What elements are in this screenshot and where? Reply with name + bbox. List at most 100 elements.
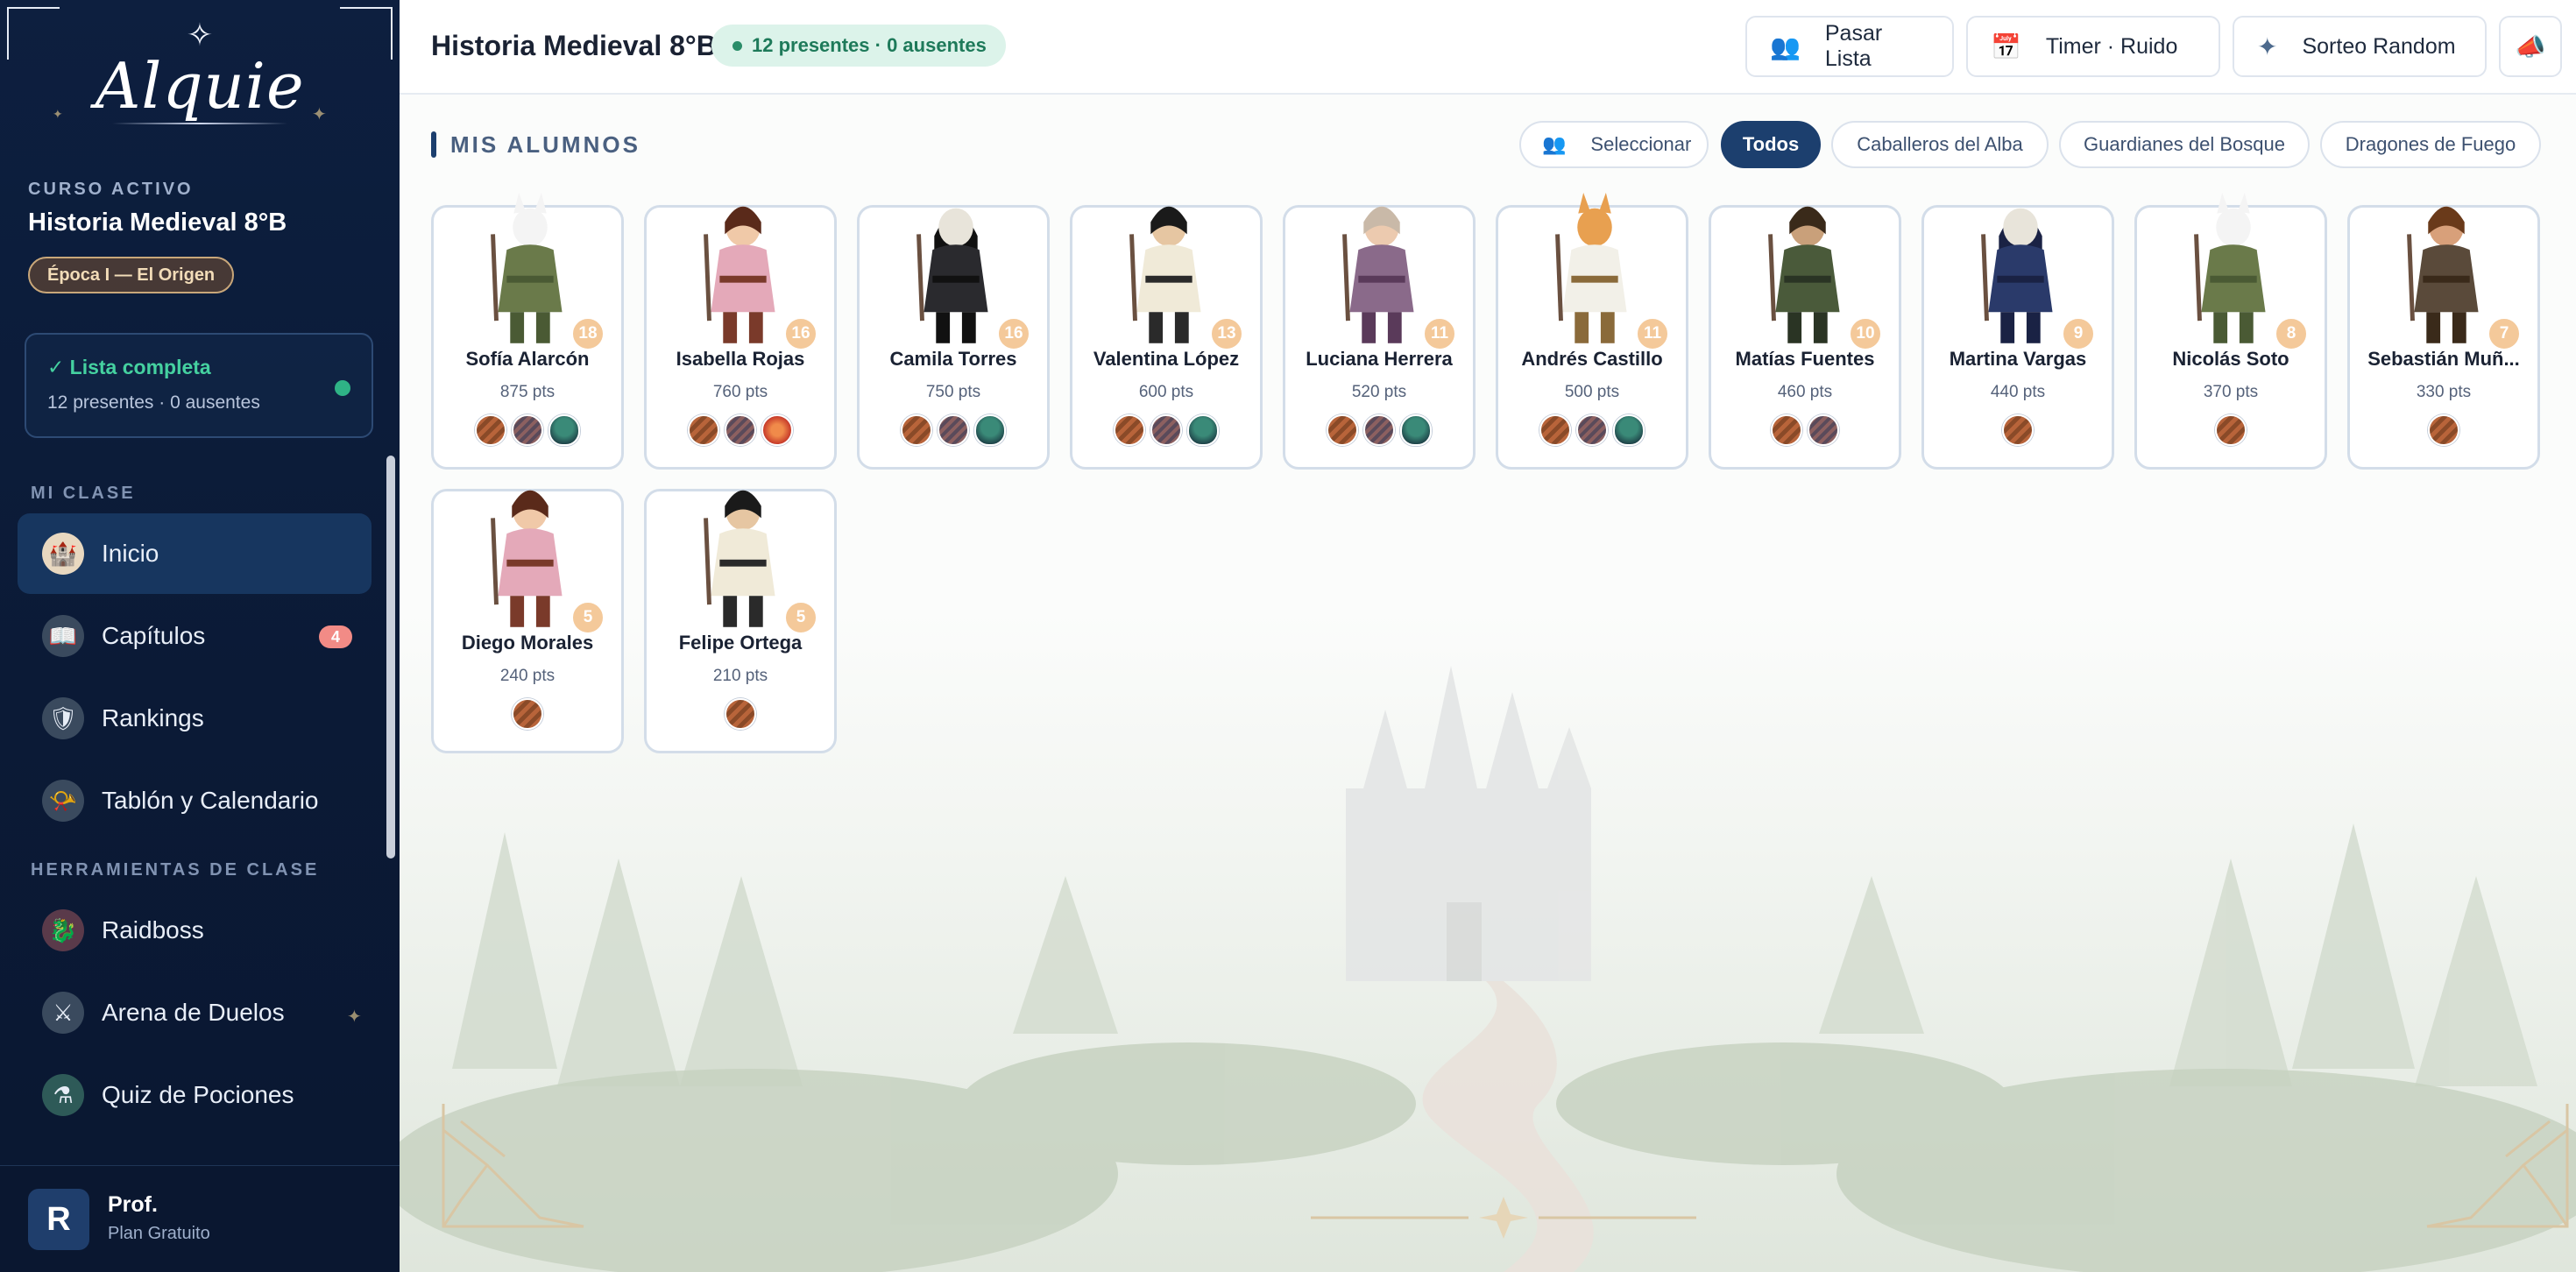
students-section-header: MIS ALUMNOS [431, 131, 640, 158]
filter-guardianes-del-bosque[interactable]: Guardianes del Bosque [2059, 121, 2310, 168]
student-name: Nicolás Soto [2172, 348, 2289, 370]
student-points: 440 pts [1990, 383, 2046, 401]
student-card[interactable]: 9 Martina Vargas 440 pts [1921, 205, 2114, 470]
wood-medal-icon [2002, 414, 2034, 446]
student-name: Sebastián Muñ... [2367, 348, 2520, 370]
page-title: Historia Medieval 8°B [431, 30, 717, 61]
sidebar-item-inicio[interactable]: 🏰 Inicio [18, 513, 372, 594]
wood-medal-icon [2428, 414, 2459, 446]
people-icon: 👥 [1770, 32, 1801, 60]
course-caption: CURSO ACTIVO [28, 180, 194, 199]
shield-medal-icon [974, 414, 1006, 446]
student-card[interactable]: 13 Valentina López 600 pts [1070, 205, 1263, 470]
level-badge: 11 [1422, 316, 1457, 351]
student-card[interactable]: 11 Andrés Castillo 500 pts [1496, 192, 1688, 470]
student-name: Matías Fuentes [1735, 348, 1875, 370]
avatar: R [28, 1189, 89, 1250]
student-badges [860, 414, 1047, 446]
sidebar-item-label: Tablón y Calendario [102, 787, 319, 814]
presence-badge[interactable]: 12 presentes · 0 ausentes [711, 25, 1006, 67]
filter-todos[interactable]: Todos [1721, 121, 1821, 168]
attendance-summary: 12 presentes · 0 ausentes [47, 392, 260, 413]
level-badge: 5 [570, 600, 605, 635]
level-badge: 16 [783, 316, 818, 351]
announce-button[interactable]: 📣 [2499, 16, 2562, 77]
filter-caballeros-del-alba[interactable]: Caballeros del Alba [1831, 121, 2049, 168]
level-badge: 7 [2487, 316, 2522, 351]
brand-logo[interactable]: ✧ Alquie [0, 19, 400, 142]
student-points: 370 pts [2203, 383, 2259, 401]
potion-icon: ⚗ [42, 1074, 84, 1116]
steel-medal-icon [1363, 414, 1395, 446]
section-caption-my-class: MI CLASE [31, 484, 136, 503]
student-points: 750 pts [925, 383, 981, 401]
student-card[interactable]: 11 Luciana Herrera 520 pts [1283, 205, 1476, 470]
sidebar-item-raidboss[interactable]: 🐉 Raidboss [18, 890, 372, 971]
sidebar-item-label: Quiz de Pociones [102, 1081, 294, 1108]
student-badges [434, 698, 621, 730]
student-card[interactable]: 7 Sebastián Muñ... 330 pts [2347, 205, 2540, 470]
student-card[interactable]: 16 Isabella Rojas 760 pts [644, 205, 837, 470]
profile-plan: Plan Gratuito [108, 1224, 210, 1243]
student-badges [1924, 414, 2112, 446]
wood-medal-icon [725, 698, 756, 730]
wood-medal-icon [475, 414, 506, 446]
student-badges [434, 414, 621, 446]
select-students-button[interactable]: 👥 Seleccionar [1519, 121, 1709, 168]
sidebar-item-capitulos[interactable]: 📖 Capítulos 4 [18, 596, 372, 676]
student-badges [1498, 414, 1686, 446]
sidebar-item-rankings[interactable]: 🛡 Rankings [18, 678, 372, 759]
sidebar-scrollbar[interactable] [386, 456, 395, 859]
level-badge: 11 [1635, 316, 1670, 351]
filter-label: Caballeros del Alba [1857, 133, 2023, 155]
student-card[interactable]: 5 Felipe Ortega 210 pts [644, 489, 837, 753]
megaphone-icon: 📣 [2515, 32, 2546, 60]
attendance-card[interactable]: ✓ Lista completa 12 presentes · 0 ausent… [25, 333, 373, 438]
filter-dragones-de-fuego[interactable]: Dragones de Fuego [2320, 121, 2541, 168]
wood-medal-icon [1539, 414, 1571, 446]
compass-star-icon: ✧ [186, 17, 214, 53]
sparkle-die-icon: ✦ [2257, 32, 2278, 60]
student-card[interactable]: 18 Sofía Alarcón 875 pts [431, 192, 624, 470]
profile-bar[interactable]: R Prof. Plan Gratuito [0, 1165, 400, 1272]
student-points: 875 pts [499, 383, 556, 401]
filter-label: Guardianes del Bosque [2084, 133, 2285, 155]
student-points: 600 pts [1138, 383, 1194, 401]
attendance-title: ✓ Lista completa [47, 356, 211, 378]
level-badge: 18 [570, 316, 605, 351]
wood-medal-icon [688, 414, 719, 446]
fire-medal-icon [761, 414, 793, 446]
level-badge: 10 [1848, 316, 1883, 351]
select-label: Seleccionar [1590, 133, 1692, 155]
sidebar-item-tablon[interactable]: 📯 Tablón y Calendario [18, 760, 372, 841]
random-draw-label: Sorteo Random [2302, 33, 2456, 59]
sidebar-item-label: Rankings [102, 704, 204, 731]
main-content: Historia Medieval 8°B 12 presentes · 0 a… [400, 0, 2576, 1272]
student-points: 500 pts [1564, 383, 1620, 401]
wood-medal-icon [1114, 414, 1145, 446]
random-draw-button[interactable]: ✦ Sorteo Random [2233, 16, 2487, 77]
wood-medal-icon [1327, 414, 1358, 446]
steel-medal-icon [512, 414, 543, 446]
crossed-swords-icon: ⚔ [42, 992, 84, 1034]
student-name: Diego Morales [461, 632, 594, 654]
student-card[interactable]: 16 Camila Torres 750 pts [857, 205, 1050, 470]
student-badges [1285, 414, 1473, 446]
corner-ornament-left [442, 1104, 584, 1228]
sidebar-item-quiz[interactable]: ⚗ Quiz de Pociones [18, 1055, 372, 1135]
roll-call-button[interactable]: 👥 Pasar Lista [1745, 16, 1954, 77]
student-card[interactable]: 8 Nicolás Soto 370 pts [2134, 192, 2327, 470]
epoch-badge[interactable]: Época I — El Origen [28, 257, 235, 293]
steel-medal-icon [938, 414, 969, 446]
sidebar: ✦ ✦ ✦ ✧ Alquie CURSO ACTIVO Historia Med… [0, 0, 400, 1272]
profile-name: Prof. [108, 1192, 158, 1217]
horn-icon: 📯 [42, 780, 84, 822]
student-card[interactable]: 5 Diego Morales 240 pts [431, 489, 624, 753]
sidebar-item-arena[interactable]: ⚔ Arena de Duelos [18, 972, 372, 1053]
steel-medal-icon [1808, 414, 1839, 446]
corner-ornament-right [2426, 1104, 2569, 1228]
timer-noise-label: Timer · Ruido [2045, 33, 2178, 59]
timer-noise-button[interactable]: 📅 Timer · Ruido [1966, 16, 2220, 77]
student-card[interactable]: 10 Matías Fuentes 460 pts [1709, 205, 1901, 470]
student-badges [1711, 414, 1899, 446]
